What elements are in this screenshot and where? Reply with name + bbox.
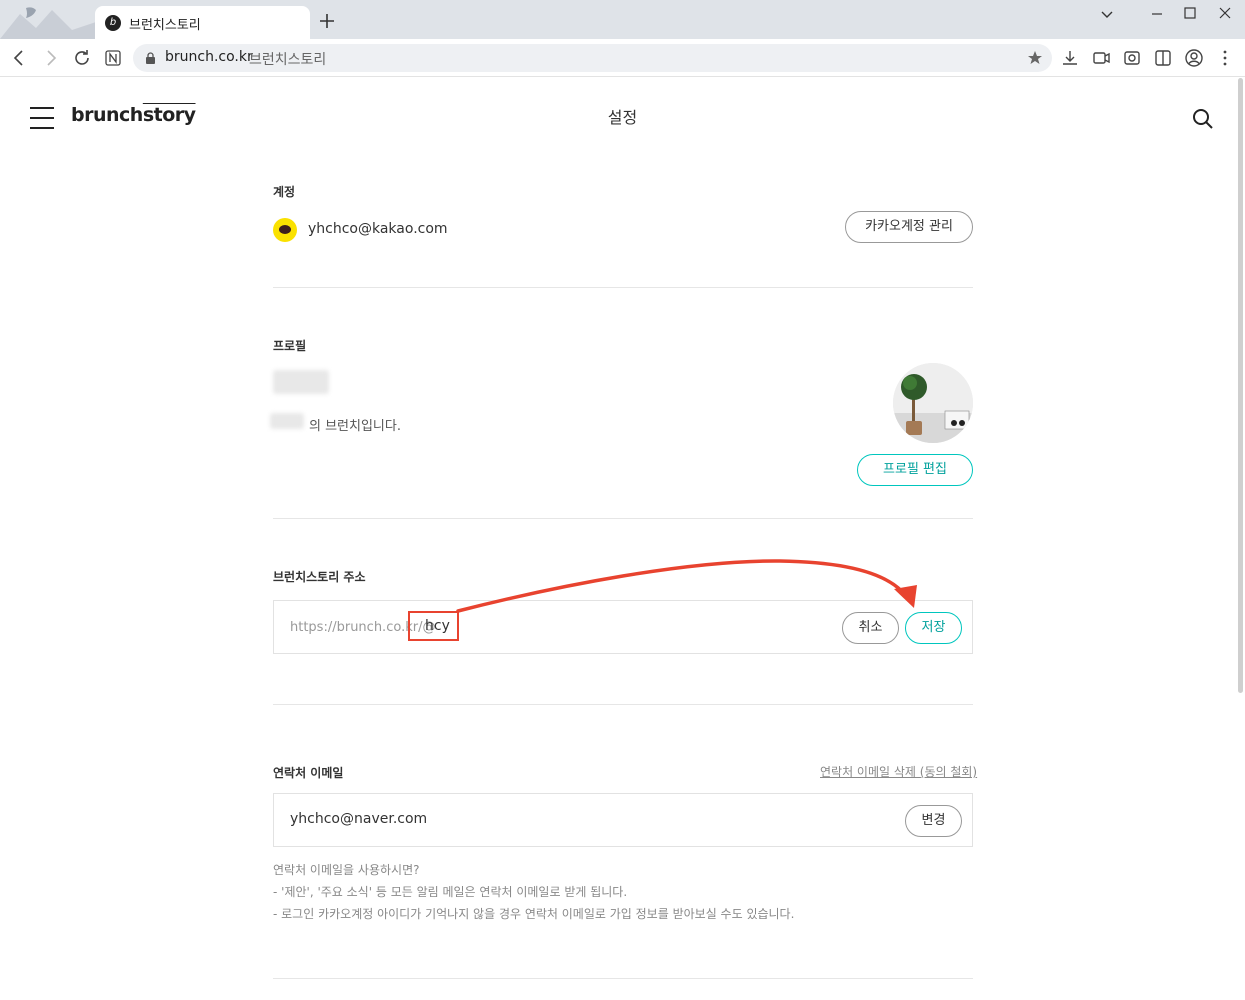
section-divider	[273, 518, 973, 519]
url-page-title: 브런치스토리	[249, 52, 327, 68]
account-section-label: 계정	[273, 185, 296, 199]
contact-notice-title: 연락처 이메일을 사용하시면?	[273, 863, 420, 877]
brunch-address-input[interactable]: https://brunch.co.kr/@ hcy 취소 저장	[273, 600, 973, 654]
page-title: 설정	[607, 108, 638, 127]
maximize-icon[interactable]	[1178, 4, 1202, 24]
contact-email-field: yhchco@naver.com 변경	[273, 793, 973, 847]
blurred-name	[270, 413, 304, 429]
star-icon[interactable]	[1026, 49, 1044, 67]
window-decoration	[0, 0, 96, 39]
profile-section-label: 프로필	[273, 339, 307, 353]
contact-email-change-button[interactable]: 변경	[905, 805, 962, 837]
close-window-icon[interactable]	[1213, 4, 1237, 24]
minimize-icon[interactable]	[1145, 4, 1169, 24]
screenshot-icon[interactable]	[1122, 48, 1142, 68]
address-cancel-button[interactable]: 취소	[842, 612, 899, 644]
contact-email-value: yhchco@naver.com	[290, 811, 428, 827]
avatar[interactable]	[893, 363, 973, 443]
tab-title: 브런치스토리	[129, 18, 201, 33]
browser-tab[interactable]: b 브런치스토리	[95, 6, 310, 39]
tab-capture-icon[interactable]	[1091, 48, 1111, 68]
annotation-highlight-box	[408, 611, 459, 641]
avatar-photo-plant-icon	[893, 363, 973, 443]
section-divider	[273, 978, 973, 979]
profile-icon[interactable]	[1184, 48, 1204, 68]
section-divider	[273, 704, 973, 705]
kakao-talk-icon	[273, 218, 297, 242]
browser-titlebar: b 브런치스토리	[0, 0, 1245, 39]
contact-email-section-label: 연락처 이메일	[273, 766, 344, 780]
brunch-favicon-icon: b	[105, 15, 121, 31]
address-section-label: 브런치스토리 주소	[273, 570, 366, 584]
url-host: brunch.co.kr	[165, 49, 253, 65]
profile-edit-button[interactable]: 프로필 편집	[857, 454, 973, 486]
lock-icon	[146, 52, 155, 64]
page-scrollbar[interactable]	[1238, 78, 1243, 693]
sidebar-icon[interactable]	[1153, 48, 1173, 68]
address-bar[interactable]: brunch.co.kr 브런치스토리	[133, 44, 1052, 72]
new-tab-icon[interactable]	[318, 12, 336, 30]
profile-description: 의 브런치입니다.	[309, 419, 401, 434]
browser-toolbar: brunch.co.kr 브런치스토리	[0, 39, 1245, 77]
annotation-arrow-icon	[456, 559, 917, 613]
contact-notice-line: - '제안', '주요 소식' 등 모든 알림 메일은 연락처 이메일로 받게 …	[273, 885, 628, 899]
section-divider	[273, 287, 973, 288]
reload-icon[interactable]	[72, 48, 92, 68]
kakao-account-manage-button[interactable]: 카카오계정 관리	[845, 211, 973, 243]
blurred-nickname	[273, 370, 329, 394]
download-icon[interactable]	[1060, 48, 1080, 68]
search-icon[interactable]	[1191, 107, 1215, 131]
forward-icon[interactable]	[41, 48, 61, 68]
contact-email-delete-link[interactable]: 연락처 이메일 삭제 (동의 철회)	[820, 763, 977, 780]
n-extension-icon[interactable]	[103, 48, 123, 68]
account-email: yhchco@kakao.com	[308, 221, 448, 237]
back-icon[interactable]	[9, 48, 29, 68]
more-icon[interactable]	[1215, 48, 1235, 68]
contact-notice-line: - 로그인 카카오계정 아이디가 기억나지 않을 경우 연락처 이메일로 가입 …	[273, 907, 795, 921]
tab-search-chevron-icon[interactable]	[1095, 4, 1119, 24]
address-save-button[interactable]: 저장	[905, 612, 962, 644]
